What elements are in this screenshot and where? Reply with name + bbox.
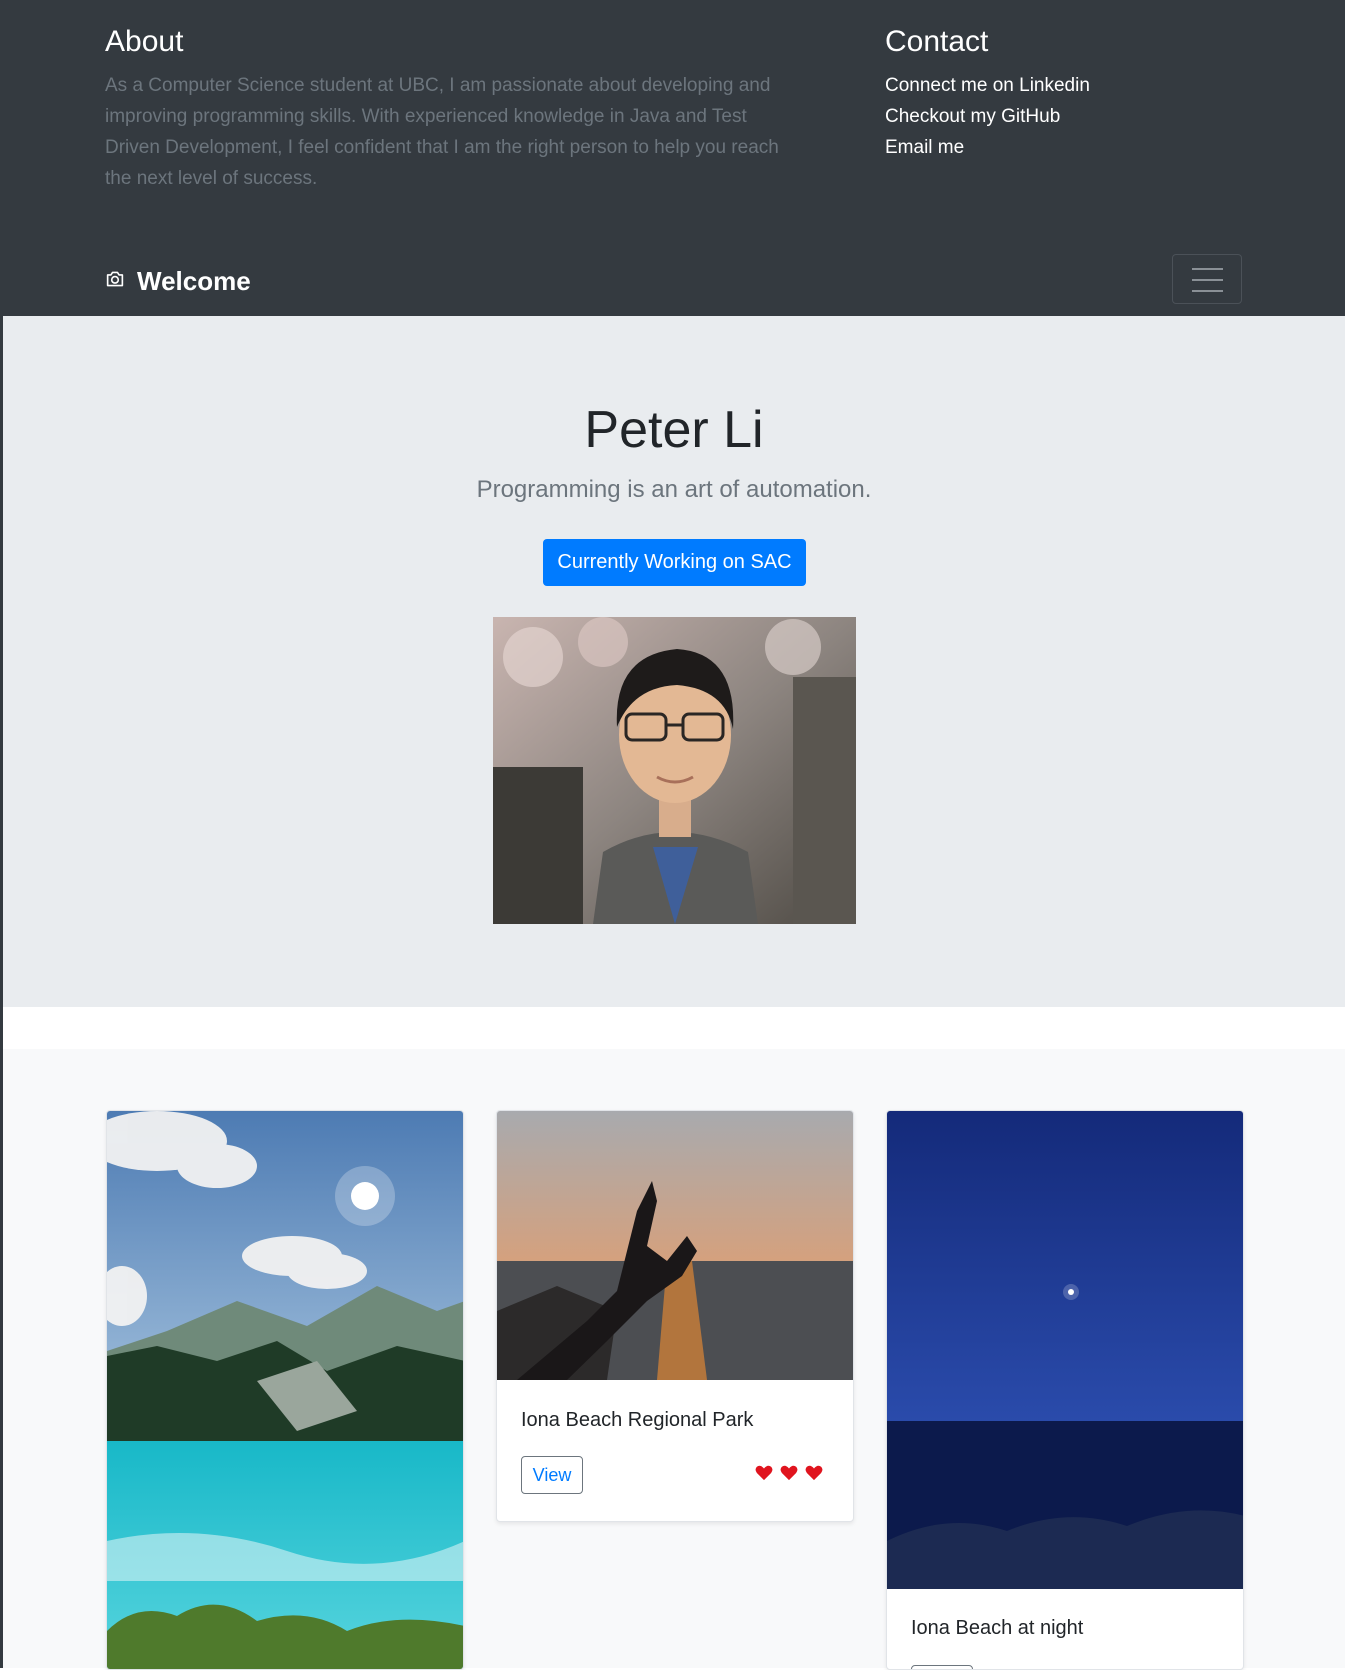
contact-section: Contact Connect me on Linkedin Checkout … [885,22,1265,163]
heart-icon [755,1465,773,1481]
hero-tagline: Programming is an art of automation. [476,476,872,503]
card-image-lake [107,1111,463,1669]
photo-card-lake [106,1110,464,1670]
contact-title: Contact [885,25,989,58]
hamburger-icon-line [1192,279,1223,281]
contact-links: Connect me on Linkedin Checkout my GitHu… [885,70,1265,163]
photo-card-iona-beach: Iona Beach Regional Park View [496,1110,854,1522]
navbar-brand[interactable]: Welcome [105,263,251,299]
current-project-button[interactable]: Currently Working on SAC [543,539,806,586]
card-title-iona-beach: Iona Beach Regional Park [521,1409,754,1431]
hamburger-icon [1192,268,1223,270]
card-image-night [887,1111,1243,1589]
camera-icon [105,270,125,293]
about-text: As a Computer Science student at UBC, I … [105,75,779,189]
hero-name: Peter Li [584,401,764,459]
heart-icon [780,1465,798,1481]
heart-icon [805,1465,823,1481]
brand-label: Welcome [137,265,251,296]
profile-photo [493,617,856,924]
hearts-rating [755,1465,823,1481]
about-section: About As a Computer Science student at U… [105,22,785,194]
github-link[interactable]: Checkout my GitHub [885,101,1265,132]
hamburger-icon-line [1192,290,1223,292]
navbar-toggler-button[interactable] [1172,254,1242,304]
card-image-sunset [497,1111,853,1380]
header-panel: About As a Computer Science student at U… [0,0,1345,316]
photo-card-iona-night: Iona Beach at night [886,1110,1244,1670]
about-title: About [105,25,184,58]
left-edge-strip [0,0,3,1668]
view-button[interactable]: View [521,1456,583,1494]
email-link[interactable]: Email me [885,132,1265,163]
card-title-iona-night: Iona Beach at night [911,1617,1084,1639]
linkedin-link[interactable]: Connect me on Linkedin [885,70,1265,101]
